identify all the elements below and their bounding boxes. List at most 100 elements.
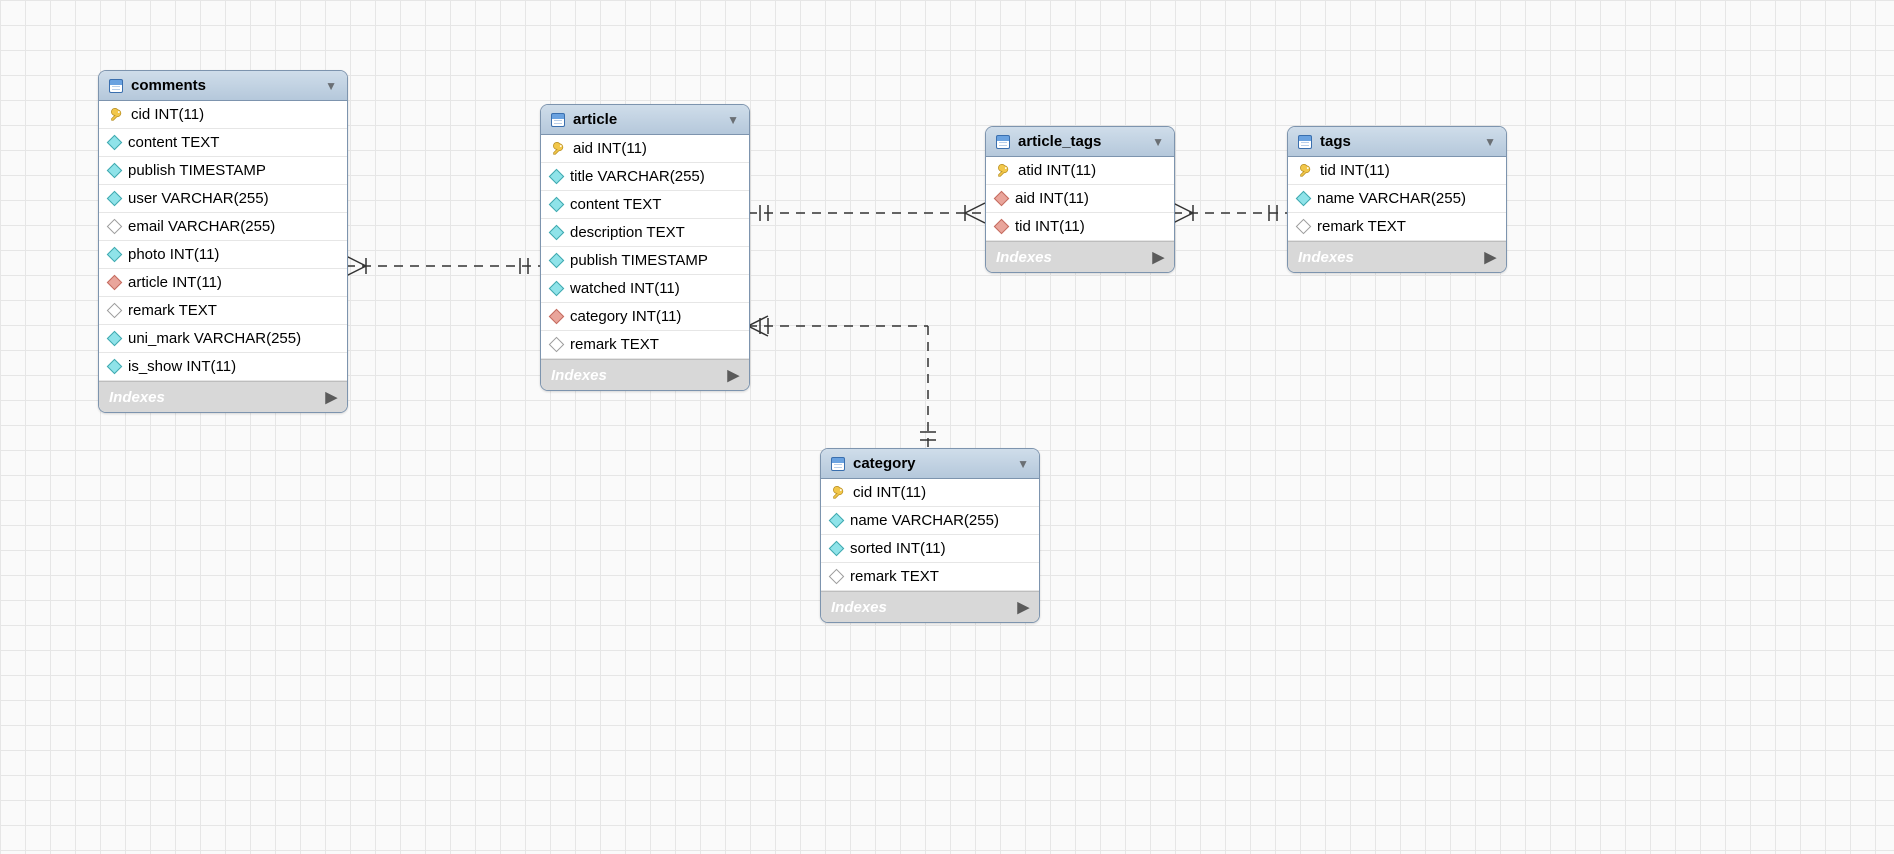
field-label: aid INT(11) xyxy=(1015,190,1089,207)
indexes-row[interactable]: Indexes▶ xyxy=(821,591,1039,622)
indexes-label: Indexes xyxy=(109,389,165,406)
key-icon xyxy=(1298,164,1312,178)
expand-icon[interactable]: ▶ xyxy=(1484,248,1496,266)
diamond-icon xyxy=(829,513,845,529)
diamond-icon xyxy=(107,219,123,235)
field-label: aid INT(11) xyxy=(573,140,647,157)
field-label: photo INT(11) xyxy=(128,246,219,263)
entity-header[interactable]: tags ▼ xyxy=(1288,127,1506,157)
field-row[interactable]: publish TIMESTAMP xyxy=(99,157,347,185)
field-label: user VARCHAR(255) xyxy=(128,190,269,207)
diamond-icon xyxy=(549,197,565,213)
field-row[interactable]: category INT(11) xyxy=(541,303,749,331)
field-label: content TEXT xyxy=(128,134,219,151)
entity-article-tags[interactable]: article_tags ▼ atid INT(11) aid INT(11) … xyxy=(985,126,1175,273)
field-label: content TEXT xyxy=(570,196,661,213)
field-label: email VARCHAR(255) xyxy=(128,218,275,235)
diamond-icon xyxy=(107,303,123,319)
entity-header[interactable]: article ▼ xyxy=(541,105,749,135)
expand-icon[interactable]: ▶ xyxy=(1152,248,1164,266)
field-row[interactable]: watched INT(11) xyxy=(541,275,749,303)
diamond-icon xyxy=(107,163,123,179)
entity-header[interactable]: category ▼ xyxy=(821,449,1039,479)
collapse-icon[interactable]: ▼ xyxy=(1152,135,1164,149)
diamond-icon xyxy=(994,191,1010,207)
field-row[interactable]: tid INT(11) xyxy=(1288,157,1506,185)
field-row[interactable]: description TEXT xyxy=(541,219,749,247)
field-row[interactable]: email VARCHAR(255) xyxy=(99,213,347,241)
field-row[interactable]: user VARCHAR(255) xyxy=(99,185,347,213)
indexes-row[interactable]: Indexes ▶ xyxy=(541,359,749,390)
entity-category[interactable]: category ▼ cid INT(11) name VARCHAR(255)… xyxy=(820,448,1040,623)
indexes-label: Indexes xyxy=(1298,249,1354,266)
entity-header[interactable]: comments ▼ xyxy=(99,71,347,101)
expand-icon[interactable]: ▶ xyxy=(727,366,739,384)
field-row[interactable]: remark TEXT xyxy=(821,563,1039,591)
indexes-label: Indexes xyxy=(996,249,1052,266)
field-row[interactable]: article INT(11) xyxy=(99,269,347,297)
diamond-icon xyxy=(549,253,565,269)
diamond-icon xyxy=(549,169,565,185)
key-icon xyxy=(551,142,565,156)
field-row[interactable]: atid INT(11) xyxy=(986,157,1174,185)
diamond-icon xyxy=(107,247,123,263)
diamond-icon xyxy=(107,191,123,207)
entity-comments[interactable]: comments ▼ cid INT(11) content TEXT publ… xyxy=(98,70,348,413)
diamond-icon xyxy=(549,281,565,297)
field-label: watched INT(11) xyxy=(570,280,680,297)
indexes-row[interactable]: Indexes ▶ xyxy=(1288,241,1506,272)
collapse-icon[interactable]: ▼ xyxy=(325,79,337,93)
field-row[interactable]: photo INT(11) xyxy=(99,241,347,269)
key-icon xyxy=(996,164,1010,178)
diamond-icon xyxy=(1296,191,1312,207)
entity-title: tags xyxy=(1320,133,1476,150)
expand-icon[interactable]: ▶ xyxy=(1017,598,1029,616)
table-icon xyxy=(109,79,123,93)
field-row[interactable]: content TEXT xyxy=(99,129,347,157)
diamond-icon xyxy=(107,135,123,151)
expand-icon[interactable]: ▶ xyxy=(325,388,337,406)
field-row[interactable]: name VARCHAR(255) xyxy=(821,507,1039,535)
entity-article[interactable]: article ▼ aid INT(11) title VARCHAR(255)… xyxy=(540,104,750,391)
collapse-icon[interactable]: ▼ xyxy=(1017,457,1029,471)
field-label: title VARCHAR(255) xyxy=(570,168,705,185)
field-label: tid INT(11) xyxy=(1320,162,1390,179)
field-row[interactable]: publish TIMESTAMP xyxy=(541,247,749,275)
field-row[interactable]: remark TEXT xyxy=(541,331,749,359)
diamond-icon xyxy=(1296,219,1312,235)
field-label: category INT(11) xyxy=(570,308,681,325)
field-row[interactable]: remark TEXT xyxy=(99,297,347,325)
field-row[interactable]: sorted INT(11) xyxy=(821,535,1039,563)
field-label: remark TEXT xyxy=(850,568,939,585)
indexes-label: Indexes xyxy=(551,367,607,384)
field-row[interactable]: title VARCHAR(255) xyxy=(541,163,749,191)
field-row[interactable]: is_show INT(11) xyxy=(99,353,347,381)
collapse-icon[interactable]: ▼ xyxy=(727,113,739,127)
diamond-icon xyxy=(829,541,845,557)
key-icon xyxy=(109,108,123,122)
field-row[interactable]: tid INT(11) xyxy=(986,213,1174,241)
entity-tags[interactable]: tags ▼ tid INT(11) name VARCHAR(255) rem… xyxy=(1287,126,1507,273)
field-row[interactable]: uni_mark VARCHAR(255) xyxy=(99,325,347,353)
field-row[interactable]: aid INT(11) xyxy=(541,135,749,163)
table-icon xyxy=(996,135,1010,149)
indexes-row[interactable]: Indexes ▶ xyxy=(99,381,347,412)
diamond-icon xyxy=(549,225,565,241)
field-label: atid INT(11) xyxy=(1018,162,1096,179)
entity-header[interactable]: article_tags ▼ xyxy=(986,127,1174,157)
field-row[interactable]: cid INT(11) xyxy=(99,101,347,129)
field-row[interactable]: remark TEXT xyxy=(1288,213,1506,241)
field-row[interactable]: name VARCHAR(255) xyxy=(1288,185,1506,213)
collapse-icon[interactable]: ▼ xyxy=(1484,135,1496,149)
key-icon xyxy=(831,486,845,500)
entity-title: category xyxy=(853,455,1009,472)
diamond-icon xyxy=(107,359,123,375)
field-row[interactable]: aid INT(11) xyxy=(986,185,1174,213)
field-row[interactable]: cid INT(11) xyxy=(821,479,1039,507)
table-icon xyxy=(551,113,565,127)
field-row[interactable]: content TEXT xyxy=(541,191,749,219)
entity-title: article xyxy=(573,111,719,128)
er-diagram-canvas[interactable]: comments ▼ cid INT(11) content TEXT publ… xyxy=(0,0,1894,854)
indexes-row[interactable]: Indexes ▶ xyxy=(986,241,1174,272)
field-label: name VARCHAR(255) xyxy=(1317,190,1466,207)
